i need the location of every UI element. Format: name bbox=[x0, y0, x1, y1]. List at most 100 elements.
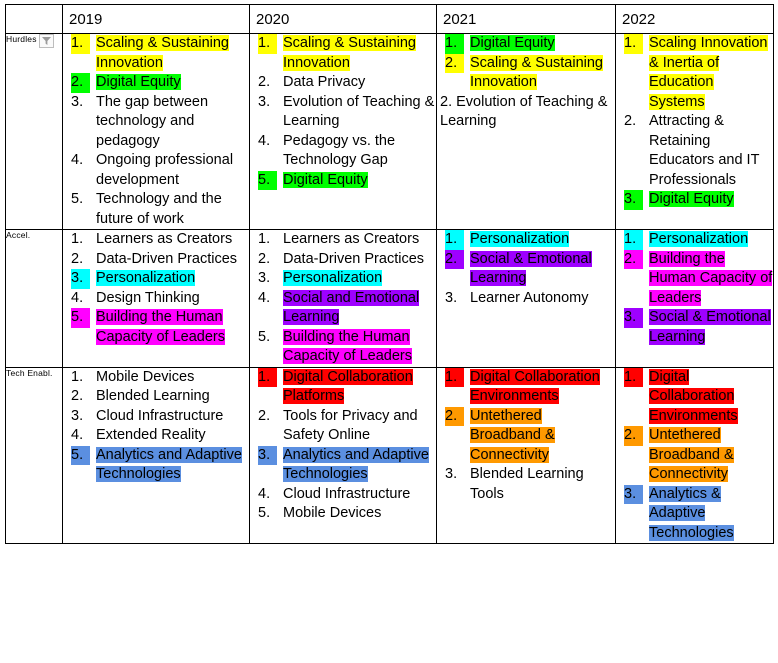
matrix-cell[interactable]: 1. Digital Equity 2. Scaling & Sustaining I… bbox=[436, 33, 616, 230]
list-item-label: Cloud Infrastructure bbox=[283, 485, 411, 502]
matrix-cell[interactable]: 1. Personalization 2. Building the Human Ca… bbox=[615, 229, 774, 368]
row-header-accel[interactable]: Accel. bbox=[5, 229, 63, 368]
list-item-number: 2. bbox=[258, 250, 271, 267]
list-item: 3. Cloud Infrastructure bbox=[63, 407, 249, 427]
matrix-cell[interactable]: 1. Scaling & Sustaining Innovation 2. Data … bbox=[249, 33, 437, 230]
list-item: 3. Analytics and Adaptive Technologies bbox=[250, 445, 436, 485]
ranked-list: 1. Scaling & Sustaining Innovation 2. Data … bbox=[250, 34, 436, 190]
list-item-number: 5. bbox=[258, 505, 271, 521]
list-item-label: Digital Collaboration Environments bbox=[470, 368, 600, 404]
column-header-2021[interactable]: 2021 bbox=[436, 4, 616, 34]
column-header-2022[interactable]: 2022 bbox=[615, 4, 774, 34]
list-item: 1. Learners as Creators bbox=[250, 230, 436, 250]
list-item: 3. The gap between technology and pedagog… bbox=[63, 93, 249, 152]
list-item-number: 4. bbox=[258, 289, 271, 306]
list-item-number: 1. bbox=[445, 230, 464, 250]
list-item-label: Personalization bbox=[283, 270, 383, 286]
list-item: 1. Digital Collaboration Environments bbox=[437, 367, 615, 407]
list-item: 1. Scaling & Sustaining Innovation bbox=[250, 34, 436, 73]
trends-matrix-table: 2019 2020 2021 2022 Hurdles 1. Scaling & S… bbox=[5, 4, 774, 544]
list-item: 2. Untethered Broadband & Connectivity bbox=[616, 426, 773, 485]
list-item-number: 1. bbox=[445, 34, 464, 54]
list-item-label: Untethered Broadband & Connectivity bbox=[470, 407, 555, 463]
list-item: 1. Digital Collaboration Environments bbox=[616, 367, 773, 427]
list-item: 1. Personalization bbox=[616, 230, 773, 250]
ranked-list: 1. Personalization 2. Building the Human Ca… bbox=[616, 230, 773, 347]
matrix-cell[interactable]: 1. Digital Collaboration Platforms 2. Tools… bbox=[249, 366, 437, 544]
list-item-number: 3. bbox=[445, 289, 458, 306]
list-item: 5. Technology and the future of work bbox=[63, 190, 249, 229]
list-item-label: 2. Evolution of Teaching & Learning bbox=[440, 93, 608, 130]
matrix-cell[interactable]: 1. Mobile Devices 2. Blended Learning 3. Clou… bbox=[62, 366, 250, 544]
list-item: 1. Personalization bbox=[437, 230, 615, 250]
list-item-number: 3. bbox=[624, 308, 643, 328]
list-item-label: Blended Learning bbox=[96, 388, 210, 404]
ranked-list: 1. Learners as Creators 2. Data-Driven Prac… bbox=[250, 230, 436, 367]
column-header-label: 2019 bbox=[69, 11, 103, 28]
list-item-label: Personalization bbox=[96, 270, 196, 286]
list-item: 1. Scaling Innovation & Inertia of Educat… bbox=[616, 34, 773, 112]
matrix-cell[interactable]: 1. Learners as Creators 2. Data-Driven Prac… bbox=[249, 229, 437, 368]
list-item-label: Attracting & Retaining Educators and IT … bbox=[649, 113, 760, 188]
row-header-hurdles[interactable]: Hurdles bbox=[5, 33, 63, 230]
list-item-number: 2. bbox=[624, 249, 643, 269]
row-header-tech-enabl[interactable]: Tech Enabl. bbox=[5, 366, 63, 544]
matrix-cell[interactable]: 1. Digital Collaboration Environments 2. Un… bbox=[436, 366, 616, 544]
list-item-label: Social & Emotional Learning bbox=[470, 250, 592, 286]
matrix-cell[interactable]: 1. Personalization 2. Social & Emotional Le… bbox=[436, 229, 616, 368]
list-item-number: 3. bbox=[71, 269, 90, 289]
list-item-number: 2. bbox=[445, 249, 464, 269]
ranked-list: 1. Learners as Creators 2. Data-Driven Prac… bbox=[63, 230, 249, 347]
list-item-number: 1. bbox=[258, 34, 277, 54]
list-item: 2. Social & Emotional Learning bbox=[437, 249, 615, 289]
list-item: 5. Digital Equity bbox=[250, 170, 436, 190]
column-header-label: 2022 bbox=[622, 11, 656, 28]
list-item-number: 2. bbox=[445, 53, 464, 73]
list-item-label: Technology and the future of work bbox=[96, 191, 222, 227]
list-item: 5. Analytics and Adaptive Technologies bbox=[63, 445, 249, 485]
list-item-label: Data-Driven Practices bbox=[283, 250, 425, 267]
list-item: 3. Blended Learning Tools bbox=[437, 465, 615, 504]
list-item-label: Design Thinking bbox=[96, 289, 200, 306]
list-item-number: 1. bbox=[624, 34, 643, 54]
list-item: 2. Scaling & Sustaining Innovation bbox=[437, 53, 615, 93]
list-item-label: Digital Equity bbox=[283, 171, 368, 188]
list-item-label: Scaling Innovation & Inertia of Educatio… bbox=[649, 35, 768, 110]
list-item: 2. Data-Driven Practices bbox=[250, 250, 436, 270]
list-item: 3. Evolution of Teaching & Learning bbox=[250, 93, 436, 132]
ranked-list: 1. Digital Collaboration Environments 2. Un… bbox=[437, 367, 615, 505]
list-item-number: 1. bbox=[71, 368, 84, 385]
table-header-row: 2019 2020 2021 2022 bbox=[5, 4, 774, 34]
row-header-label: Tech Enabl. bbox=[6, 367, 53, 378]
list-item-label: Digital Equity bbox=[96, 74, 181, 90]
list-item-number: 2. bbox=[624, 426, 643, 446]
list-item-label: Pedagogy vs. the Technology Gap bbox=[283, 132, 396, 169]
column-header-label: 2021 bbox=[443, 11, 477, 28]
list-item-number: 5. bbox=[71, 191, 84, 207]
list-item-label: Cloud Infrastructure bbox=[96, 407, 224, 424]
list-item: 2. Attracting & Retaining Educators and I… bbox=[616, 112, 773, 190]
list-item-label: Personalization bbox=[649, 231, 749, 247]
column-header-2019[interactable]: 2019 bbox=[62, 4, 250, 34]
list-item-number: 2. bbox=[258, 74, 271, 90]
list-item-number: 1. bbox=[71, 231, 84, 247]
matrix-cell[interactable]: 1. Learners as Creators 2. Data-Driven Prac… bbox=[62, 229, 250, 368]
table-row: Tech Enabl. 1. Mobile Devices 2. Blended Lea… bbox=[5, 366, 774, 544]
list-item: 2. Blended Learning bbox=[63, 387, 249, 407]
row-header-label: Hurdles bbox=[6, 34, 37, 44]
list-item-number: 4. bbox=[71, 289, 84, 306]
list-item: 1. Digital Collaboration Platforms bbox=[250, 367, 436, 407]
list-item-number: 5. bbox=[258, 328, 271, 345]
matrix-cell[interactable]: 1. Scaling & Sustaining Innovation 2. Digit… bbox=[62, 33, 250, 230]
table-row: Accel. 1. Learners as Creators 2. Data-Drive… bbox=[5, 229, 774, 368]
column-header-2020[interactable]: 2020 bbox=[249, 4, 437, 34]
list-item-number: 5. bbox=[258, 170, 277, 190]
list-item-label: Evolution of Teaching & Learning bbox=[283, 93, 435, 130]
list-item-label: Learner Autonomy bbox=[470, 289, 589, 306]
list-item-number: 1. bbox=[258, 367, 277, 387]
matrix-cell[interactable]: 1. Digital Collaboration Environments 2. Un… bbox=[615, 366, 774, 544]
filter-dropdown-icon[interactable] bbox=[38, 34, 54, 48]
list-item: 2. Untethered Broadband & Connectivity bbox=[437, 406, 615, 466]
matrix-cell[interactable]: 1. Scaling Innovation & Inertia of Educat… bbox=[615, 33, 774, 230]
list-item: 3. Social & Emotional Learning bbox=[616, 308, 773, 347]
